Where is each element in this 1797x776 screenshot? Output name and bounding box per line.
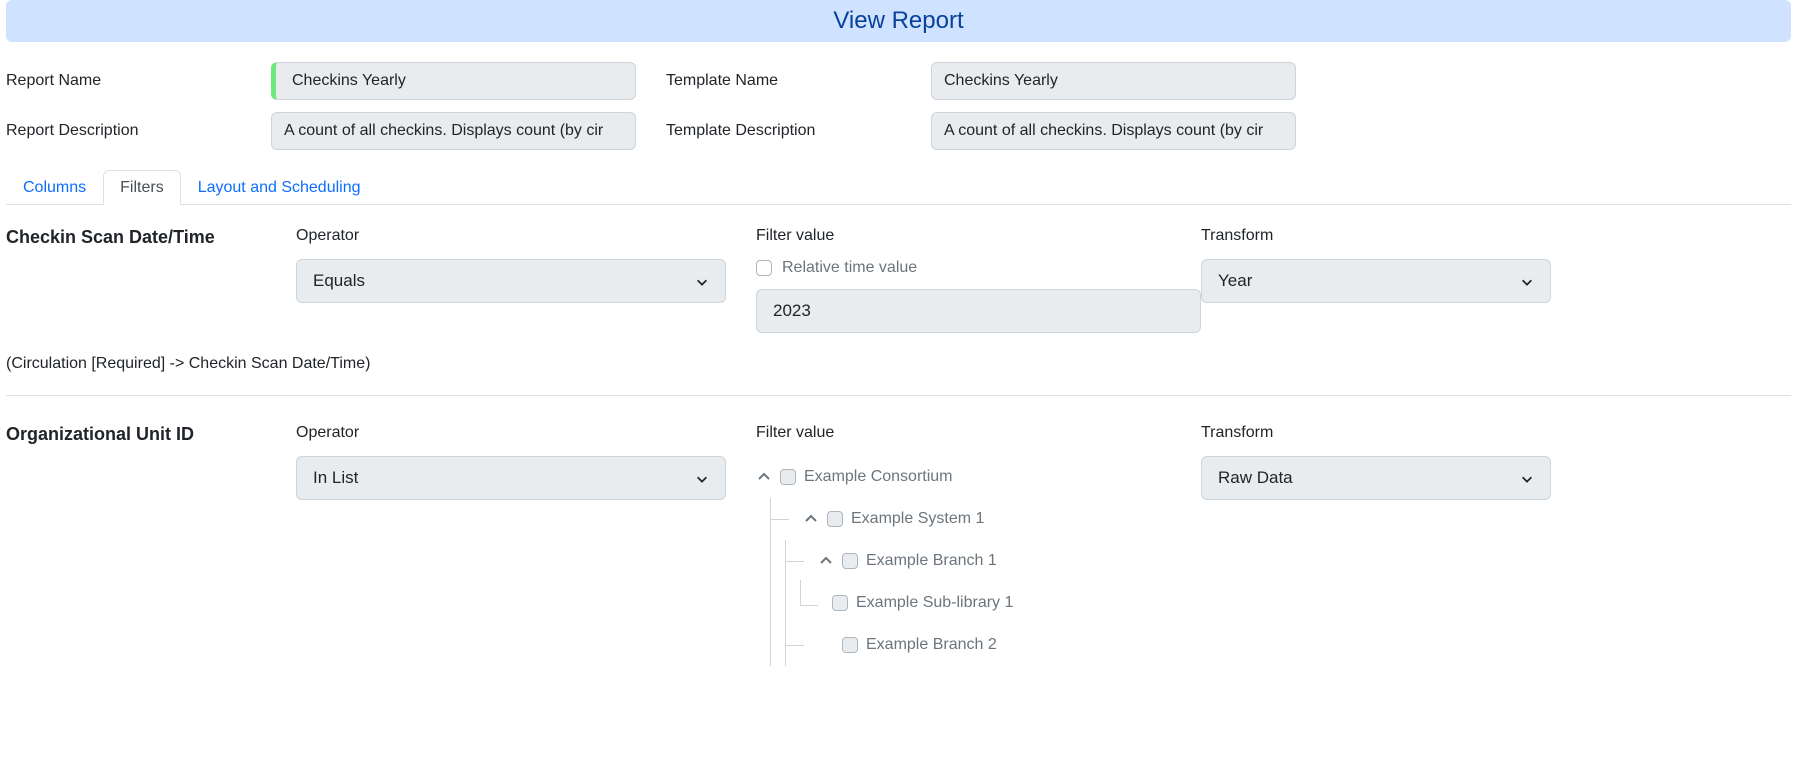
filter-checkin-scan: Checkin Scan Date/Time Operator Equals F… bbox=[6, 227, 1791, 396]
report-info-grid: Report Name Checkins Yearly Template Nam… bbox=[6, 62, 1791, 150]
tree-elbow bbox=[800, 580, 818, 606]
tree-node-system-1[interactable]: Example System 1 bbox=[771, 498, 1201, 540]
report-name-label: Report Name bbox=[6, 72, 271, 90]
filter1-operator-select[interactable]: Equals bbox=[296, 259, 726, 303]
tree-node-sublibrary-1[interactable]: Example Sub-library 1 bbox=[800, 582, 1201, 624]
chevron-down-icon bbox=[1520, 274, 1534, 288]
tree-checkbox[interactable] bbox=[780, 469, 796, 485]
chevron-up-icon[interactable] bbox=[756, 469, 772, 485]
filter2-transform-select[interactable]: Raw Data bbox=[1201, 456, 1551, 500]
filter1-title: Checkin Scan Date/Time bbox=[6, 227, 296, 333]
tree-checkbox[interactable] bbox=[842, 637, 858, 653]
filter1-transform-select[interactable]: Year bbox=[1201, 259, 1551, 303]
template-name-input: Checkins Yearly bbox=[931, 62, 1296, 100]
filter2-operator-select[interactable]: In List bbox=[296, 456, 726, 500]
filter1-path: (Circulation [Required] -> Checkin Scan … bbox=[6, 355, 1791, 373]
tree-label: Example Branch 1 bbox=[866, 552, 997, 570]
relative-time-row[interactable]: Relative time value bbox=[756, 259, 1201, 277]
tree-label: Example System 1 bbox=[851, 510, 984, 528]
tree-connector bbox=[786, 645, 810, 646]
tabs: Columns Filters Layout and Scheduling bbox=[6, 170, 1791, 205]
filter-org-unit: Organizational Unit ID Operator In List … bbox=[6, 424, 1791, 666]
transform-label: Transform bbox=[1201, 424, 1561, 442]
tree-label: Example Branch 2 bbox=[866, 636, 997, 654]
chevron-up-icon[interactable] bbox=[818, 553, 834, 569]
filter-value-label: Filter value bbox=[756, 227, 1201, 245]
template-name-label: Template Name bbox=[666, 72, 931, 90]
filter1-transform-value: Year bbox=[1218, 271, 1252, 291]
tree-checkbox[interactable] bbox=[827, 511, 843, 527]
filter2-transform-value: Raw Data bbox=[1218, 468, 1293, 488]
tree-checkbox[interactable] bbox=[842, 553, 858, 569]
filter1-operator-value: Equals bbox=[313, 271, 365, 291]
relative-time-checkbox[interactable] bbox=[756, 260, 772, 276]
tree-label: Example Sub-library 1 bbox=[856, 594, 1013, 612]
transform-label: Transform bbox=[1201, 227, 1561, 245]
report-description-input[interactable]: A count of all checkins. Displays count … bbox=[271, 112, 636, 150]
page-header: View Report bbox=[6, 0, 1791, 42]
tree-node-branch-1[interactable]: Example Branch 1 bbox=[786, 540, 1201, 582]
org-unit-tree: Example Consortium Example System 1 bbox=[756, 456, 1201, 666]
filter2-operator-value: In List bbox=[313, 468, 358, 488]
tab-columns[interactable]: Columns bbox=[6, 170, 103, 205]
tab-layout[interactable]: Layout and Scheduling bbox=[181, 170, 378, 205]
tree-checkbox[interactable] bbox=[832, 595, 848, 611]
template-description-input: A count of all checkins. Displays count … bbox=[931, 112, 1296, 150]
page-title: View Report bbox=[7, 7, 1790, 35]
filter1-value-input[interactable]: 2023 bbox=[756, 289, 1201, 333]
tree-label: Example Consortium bbox=[804, 468, 953, 486]
tree-node-branch-2[interactable]: Example Branch 2 bbox=[786, 624, 1201, 666]
operator-label: Operator bbox=[296, 424, 756, 442]
template-description-label: Template Description bbox=[666, 122, 931, 140]
filter-value-label: Filter value bbox=[756, 424, 1201, 442]
tree-connector bbox=[786, 561, 810, 562]
relative-time-label: Relative time value bbox=[782, 259, 917, 277]
chevron-down-icon bbox=[1520, 471, 1534, 485]
tree-node-consortium[interactable]: Example Consortium bbox=[756, 456, 1201, 498]
chevron-down-icon bbox=[695, 471, 709, 485]
report-name-input[interactable]: Checkins Yearly bbox=[271, 62, 636, 100]
report-description-label: Report Description bbox=[6, 122, 271, 140]
tab-filters[interactable]: Filters bbox=[103, 170, 181, 205]
tree-connector bbox=[771, 519, 795, 520]
filter2-title: Organizational Unit ID bbox=[6, 424, 296, 666]
chevron-down-icon bbox=[695, 274, 709, 288]
chevron-up-icon[interactable] bbox=[803, 511, 819, 527]
operator-label: Operator bbox=[296, 227, 756, 245]
